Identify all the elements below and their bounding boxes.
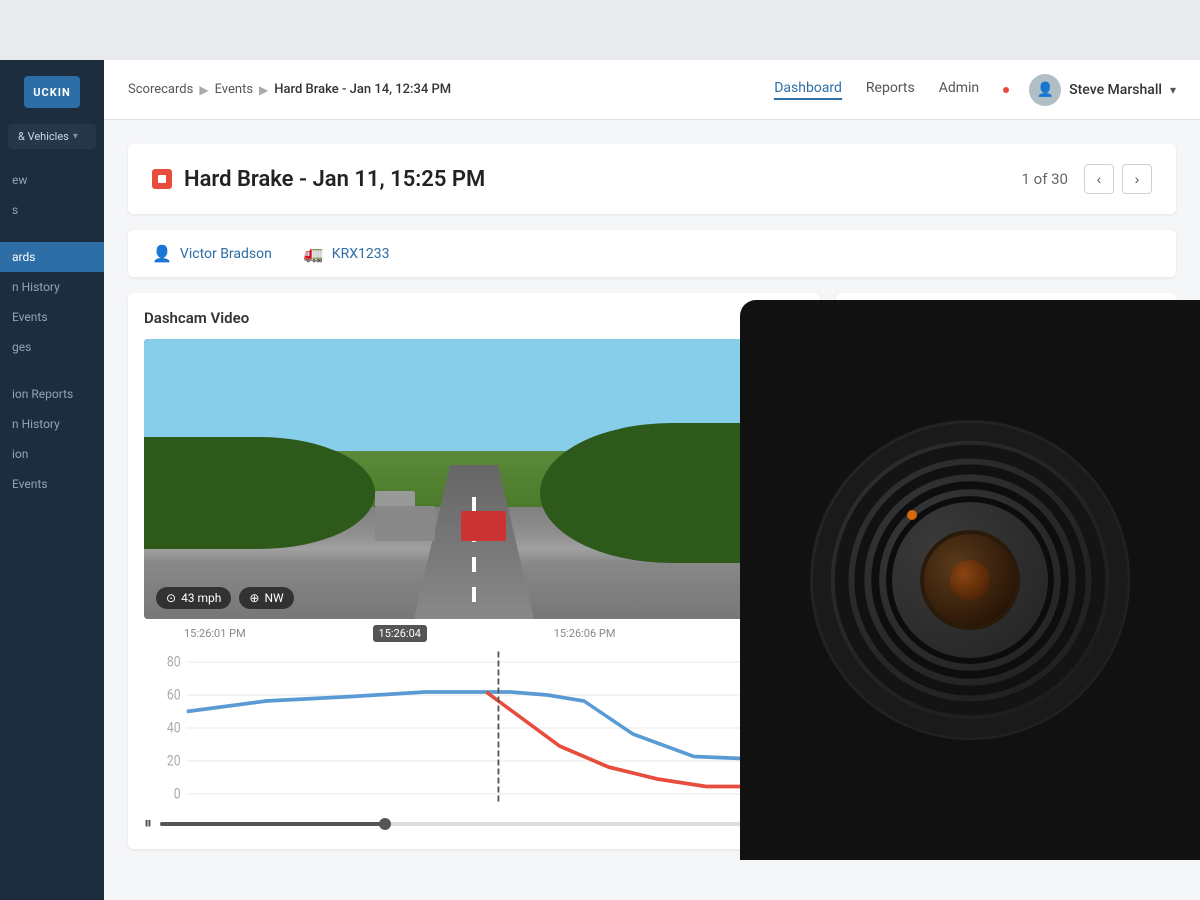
sidebar-item-violations[interactable]: ion bbox=[0, 439, 104, 469]
sidebar-item-violation-history[interactable]: n History bbox=[0, 409, 104, 439]
compass-icon: ⊕ bbox=[249, 591, 259, 605]
video-truck2 bbox=[461, 511, 506, 541]
sidebar-item-events2[interactable]: Events bbox=[0, 469, 104, 499]
chart-time-marker: 15:26:04 bbox=[373, 625, 427, 642]
dashcam-section: Dashcam Video bbox=[128, 293, 820, 849]
top-bar bbox=[0, 0, 1200, 60]
sidebar-logo: UCKIN bbox=[24, 76, 80, 108]
breadcrumb-sep-1: ▶ bbox=[199, 83, 208, 97]
vehicle-icon: 🚛 bbox=[304, 244, 324, 263]
vehicle-info[interactable]: 🚛 KRX1233 bbox=[304, 244, 390, 263]
svg-text:0: 0 bbox=[174, 785, 181, 803]
camera-overlay bbox=[740, 300, 1200, 860]
sidebar-item-messages[interactable]: ges bbox=[0, 332, 104, 362]
event-count: 1 of 30 bbox=[1021, 170, 1068, 188]
nav-bar: Scorecards ▶ Events ▶ Hard Brake - Jan 1… bbox=[104, 60, 1200, 120]
chart-time-start: 15:26:01 PM bbox=[184, 627, 246, 640]
progress-fill bbox=[160, 822, 385, 826]
event-nav: 1 of 30 ‹ › bbox=[1021, 164, 1152, 194]
driver-name: Victor Bradson bbox=[180, 246, 272, 262]
nav-link-dashboard[interactable]: Dashboard bbox=[774, 80, 842, 100]
speedometer-icon: ⊙ bbox=[166, 591, 176, 605]
direction-badge: ⊕ NW bbox=[239, 587, 293, 609]
sidebar-item-events[interactable]: Events bbox=[0, 302, 104, 332]
chart-container: 15:26:01 PM 15:26:04 15:26:06 PM 15:26:1… bbox=[144, 627, 804, 807]
camera-ridges-svg bbox=[812, 422, 1128, 738]
dropdown-label: & Vehicles bbox=[18, 130, 69, 143]
breadcrumb: Scorecards ▶ Events ▶ Hard Brake - Jan 1… bbox=[128, 82, 754, 97]
sidebar-item-scorecards[interactable]: s bbox=[0, 195, 104, 225]
nav-links: Dashboard Reports Admin bbox=[774, 80, 1009, 100]
sidebar-item-action-reports[interactable]: ion Reports bbox=[0, 379, 104, 409]
sidebar-item-event-history[interactable]: n History bbox=[0, 272, 104, 302]
svg-text:80: 80 bbox=[167, 653, 181, 671]
avatar: 👤 bbox=[1029, 74, 1061, 106]
user-name: Steve Marshall bbox=[1069, 82, 1162, 98]
video-truck bbox=[375, 506, 435, 541]
chart-svg: 80 60 40 20 0 bbox=[144, 644, 804, 824]
video-badges: ⊙ 43 mph ⊕ NW bbox=[156, 587, 294, 609]
left-col: Dashcam Video bbox=[128, 293, 820, 865]
video-overlay: ⊙ 43 mph ⊕ NW ⬇ bbox=[144, 577, 804, 619]
chart-time-mid: 15:26:06 PM bbox=[554, 627, 616, 640]
event-title: Hard Brake - Jan 11, 15:25 PM bbox=[184, 167, 485, 192]
direction-value: NW bbox=[264, 591, 283, 605]
event-meta: 👤 Victor Bradson 🚛 KRX1233 bbox=[128, 230, 1176, 277]
breadcrumb-sep-2: ▶ bbox=[259, 83, 268, 97]
driver-info[interactable]: 👤 Victor Bradson bbox=[152, 244, 272, 263]
svg-text:40: 40 bbox=[167, 719, 181, 737]
driver-icon: 👤 bbox=[152, 244, 172, 263]
sidebar-item-dashboards[interactable]: ards bbox=[0, 242, 104, 272]
sidebar: UCKIN & Vehicles ▾ ew s ards n History E… bbox=[0, 60, 104, 900]
chevron-down-icon: ▾ bbox=[73, 131, 78, 142]
progress-track[interactable] bbox=[160, 822, 804, 826]
user-area[interactable]: 👤 Steve Marshall ▾ bbox=[1029, 74, 1176, 106]
breadcrumb-events[interactable]: Events bbox=[215, 82, 253, 97]
video-trees-left bbox=[144, 437, 375, 549]
vehicle-id: KRX1233 bbox=[332, 246, 390, 262]
event-type-icon bbox=[152, 169, 172, 189]
progress-thumb bbox=[379, 818, 391, 830]
video-container[interactable]: ⊙ 43 mph ⊕ NW ⬇ bbox=[144, 339, 804, 619]
nav-link-reports[interactable]: Reports bbox=[866, 80, 915, 100]
sidebar-item-overview[interactable]: ew bbox=[0, 165, 104, 195]
user-chevron-icon: ▾ bbox=[1170, 83, 1176, 97]
prev-event-button[interactable]: ‹ bbox=[1084, 164, 1114, 194]
vehicles-dropdown[interactable]: & Vehicles ▾ bbox=[8, 124, 96, 149]
event-header: Hard Brake - Jan 11, 15:25 PM 1 of 30 ‹ … bbox=[128, 144, 1176, 214]
breadcrumb-current: Hard Brake - Jan 14, 12:34 PM bbox=[274, 82, 451, 97]
breadcrumb-scorecards[interactable]: Scorecards bbox=[128, 82, 193, 97]
speed-value: 43 mph bbox=[181, 591, 221, 605]
svg-text:20: 20 bbox=[167, 752, 181, 770]
notification-dot bbox=[1003, 87, 1009, 93]
next-event-button[interactable]: › bbox=[1122, 164, 1152, 194]
event-title-area: Hard Brake - Jan 11, 15:25 PM bbox=[152, 167, 485, 192]
nav-link-admin[interactable]: Admin bbox=[939, 80, 979, 100]
svg-text:60: 60 bbox=[167, 686, 181, 704]
speed-badge: ⊙ 43 mph bbox=[156, 587, 231, 609]
camera-circle bbox=[810, 420, 1130, 740]
dashcam-title: Dashcam Video bbox=[144, 309, 804, 327]
